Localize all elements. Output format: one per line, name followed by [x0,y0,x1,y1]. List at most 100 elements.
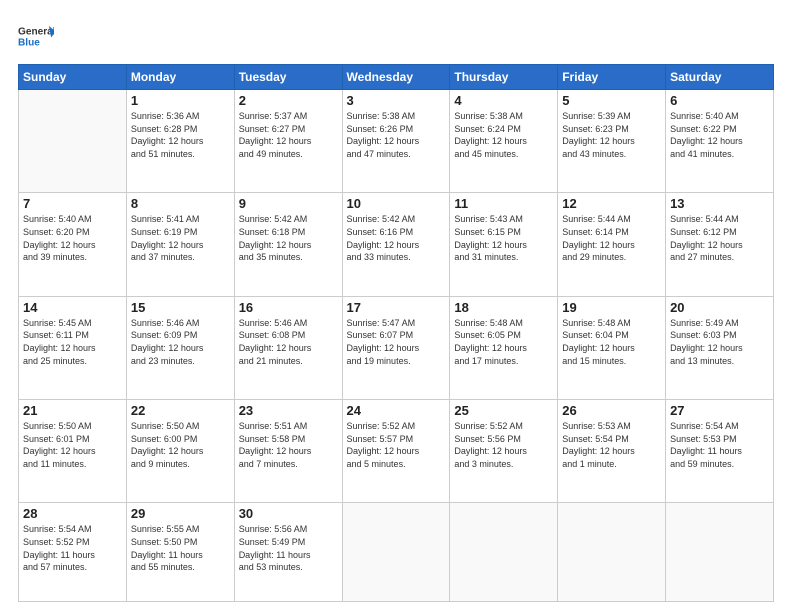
calendar-cell: 13 Sunrise: 5:44 AMSunset: 6:12 PMDayligh… [666,193,774,296]
day-number: 24 [347,403,446,418]
day-number: 4 [454,93,553,108]
day-info: Sunrise: 5:51 AMSunset: 5:58 PMDaylight:… [239,420,338,470]
calendar-cell: 6 Sunrise: 5:40 AMSunset: 6:22 PMDaylight… [666,90,774,193]
header-tuesday: Tuesday [234,65,342,90]
day-info: Sunrise: 5:53 AMSunset: 5:54 PMDaylight:… [562,420,661,470]
calendar-cell: 2Sunrise: 5:37 AMSunset: 6:27 PMDaylight… [234,90,342,193]
week-row-2: 7Sunrise: 5:40 AMSunset: 6:20 PMDaylight… [19,193,774,296]
day-info: Sunrise: 5:42 AMSunset: 6:18 PMDaylight:… [239,213,338,263]
calendar-cell: 17 Sunrise: 5:47 AMSunset: 6:07 PMDayligh… [342,296,450,399]
day-number: 22 [131,403,230,418]
day-number: 1 [131,93,230,108]
day-number: 6 [670,93,769,108]
day-info: Sunrise: 5:49 AMSunset: 6:03 PMDaylight:… [670,317,769,367]
calendar-cell: 18 Sunrise: 5:48 AMSunset: 6:05 PMDayligh… [450,296,558,399]
day-number: 27 [670,403,769,418]
day-info: Sunrise: 5:41 AMSunset: 6:19 PMDaylight:… [131,213,230,263]
calendar-cell: 12Sunrise: 5:44 AMSunset: 6:14 PMDayligh… [558,193,666,296]
header-saturday: Saturday [666,65,774,90]
calendar-cell: 9 Sunrise: 5:42 AMSunset: 6:18 PMDaylight… [234,193,342,296]
calendar-cell [666,503,774,602]
calendar-cell [19,90,127,193]
day-number: 21 [23,403,122,418]
calendar-table: Sunday Monday Tuesday Wednesday Thursday… [18,64,774,602]
day-info: Sunrise: 5:38 AMSunset: 6:26 PMDaylight:… [347,110,446,160]
day-info: Sunrise: 5:42 AMSunset: 6:16 PMDaylight:… [347,213,446,263]
day-info: Sunrise: 5:55 AMSunset: 5:50 PMDaylight:… [131,523,230,573]
week-row-5: 28 Sunrise: 5:54 AMSunset: 5:52 PMDayligh… [19,503,774,602]
calendar-cell: 30Sunrise: 5:56 AMSunset: 5:49 PMDayligh… [234,503,342,602]
day-info: Sunrise: 5:43 AMSunset: 6:15 PMDaylight:… [454,213,553,263]
day-number: 13 [670,196,769,211]
day-number: 20 [670,300,769,315]
day-info: Sunrise: 5:52 AMSunset: 5:56 PMDaylight:… [454,420,553,470]
calendar-cell: 25 Sunrise: 5:52 AMSunset: 5:56 PMDayligh… [450,400,558,503]
calendar-cell: 5 Sunrise: 5:39 AMSunset: 6:23 PMDaylight… [558,90,666,193]
calendar-cell: 11 Sunrise: 5:43 AMSunset: 6:15 PMDayligh… [450,193,558,296]
logo: General Blue [18,18,54,54]
day-info: Sunrise: 5:48 AMSunset: 6:05 PMDaylight:… [454,317,553,367]
calendar-cell: 3Sunrise: 5:38 AMSunset: 6:26 PMDaylight… [342,90,450,193]
header-monday: Monday [126,65,234,90]
calendar-cell: 4 Sunrise: 5:38 AMSunset: 6:24 PMDaylight… [450,90,558,193]
calendar-cell: 24 Sunrise: 5:52 AMSunset: 5:57 PMDayligh… [342,400,450,503]
day-number: 26 [562,403,661,418]
day-number: 30 [239,506,338,521]
day-number: 23 [239,403,338,418]
day-info: Sunrise: 5:36 AMSunset: 6:28 PMDaylight:… [131,110,230,160]
calendar-cell: 26 Sunrise: 5:53 AMSunset: 5:54 PMDayligh… [558,400,666,503]
day-info: Sunrise: 5:44 AMSunset: 6:12 PMDaylight:… [670,213,769,263]
day-number: 25 [454,403,553,418]
day-number: 17 [347,300,446,315]
week-row-3: 14Sunrise: 5:45 AMSunset: 6:11 PMDayligh… [19,296,774,399]
calendar-cell: 28 Sunrise: 5:54 AMSunset: 5:52 PMDayligh… [19,503,127,602]
calendar-cell [342,503,450,602]
day-number: 19 [562,300,661,315]
calendar-cell: 10Sunrise: 5:42 AMSunset: 6:16 PMDayligh… [342,193,450,296]
header-thursday: Thursday [450,65,558,90]
day-info: Sunrise: 5:50 AMSunset: 6:00 PMDaylight:… [131,420,230,470]
day-info: Sunrise: 5:45 AMSunset: 6:11 PMDaylight:… [23,317,122,367]
calendar-cell [450,503,558,602]
day-number: 18 [454,300,553,315]
week-row-4: 21 Sunrise: 5:50 AMSunset: 6:01 PMDayligh… [19,400,774,503]
header-wednesday: Wednesday [342,65,450,90]
header: General Blue [18,18,774,54]
calendar-cell: 19Sunrise: 5:48 AMSunset: 6:04 PMDayligh… [558,296,666,399]
calendar-cell: 22 Sunrise: 5:50 AMSunset: 6:00 PMDayligh… [126,400,234,503]
day-number: 28 [23,506,122,521]
day-number: 2 [239,93,338,108]
calendar-cell: 23 Sunrise: 5:51 AMSunset: 5:58 PMDayligh… [234,400,342,503]
day-number: 7 [23,196,122,211]
calendar-cell: 16Sunrise: 5:46 AMSunset: 6:08 PMDayligh… [234,296,342,399]
weekday-header-row: Sunday Monday Tuesday Wednesday Thursday… [19,65,774,90]
header-friday: Friday [558,65,666,90]
header-sunday: Sunday [19,65,127,90]
calendar-cell: 14Sunrise: 5:45 AMSunset: 6:11 PMDayligh… [19,296,127,399]
calendar-cell: 20 Sunrise: 5:49 AMSunset: 6:03 PMDayligh… [666,296,774,399]
day-info: Sunrise: 5:39 AMSunset: 6:23 PMDaylight:… [562,110,661,160]
day-info: Sunrise: 5:54 AMSunset: 5:53 PMDaylight:… [670,420,769,470]
calendar-cell: 27 Sunrise: 5:54 AMSunset: 5:53 PMDayligh… [666,400,774,503]
day-number: 8 [131,196,230,211]
day-number: 16 [239,300,338,315]
calendar-cell: 7Sunrise: 5:40 AMSunset: 6:20 PMDaylight… [19,193,127,296]
day-number: 15 [131,300,230,315]
day-info: Sunrise: 5:38 AMSunset: 6:24 PMDaylight:… [454,110,553,160]
day-number: 11 [454,196,553,211]
day-info: Sunrise: 5:40 AMSunset: 6:22 PMDaylight:… [670,110,769,160]
day-number: 12 [562,196,661,211]
day-info: Sunrise: 5:47 AMSunset: 6:07 PMDaylight:… [347,317,446,367]
day-info: Sunrise: 5:54 AMSunset: 5:52 PMDaylight:… [23,523,122,573]
calendar-cell: 1 Sunrise: 5:36 AMSunset: 6:28 PMDaylight… [126,90,234,193]
day-number: 5 [562,93,661,108]
calendar-cell: 21 Sunrise: 5:50 AMSunset: 6:01 PMDayligh… [19,400,127,503]
calendar-cell: 15 Sunrise: 5:46 AMSunset: 6:09 PMDayligh… [126,296,234,399]
day-info: Sunrise: 5:52 AMSunset: 5:57 PMDaylight:… [347,420,446,470]
calendar-cell: 29Sunrise: 5:55 AMSunset: 5:50 PMDayligh… [126,503,234,602]
day-info: Sunrise: 5:46 AMSunset: 6:09 PMDaylight:… [131,317,230,367]
week-row-1: 1 Sunrise: 5:36 AMSunset: 6:28 PMDaylight… [19,90,774,193]
day-number: 9 [239,196,338,211]
day-info: Sunrise: 5:50 AMSunset: 6:01 PMDaylight:… [23,420,122,470]
calendar-cell [558,503,666,602]
